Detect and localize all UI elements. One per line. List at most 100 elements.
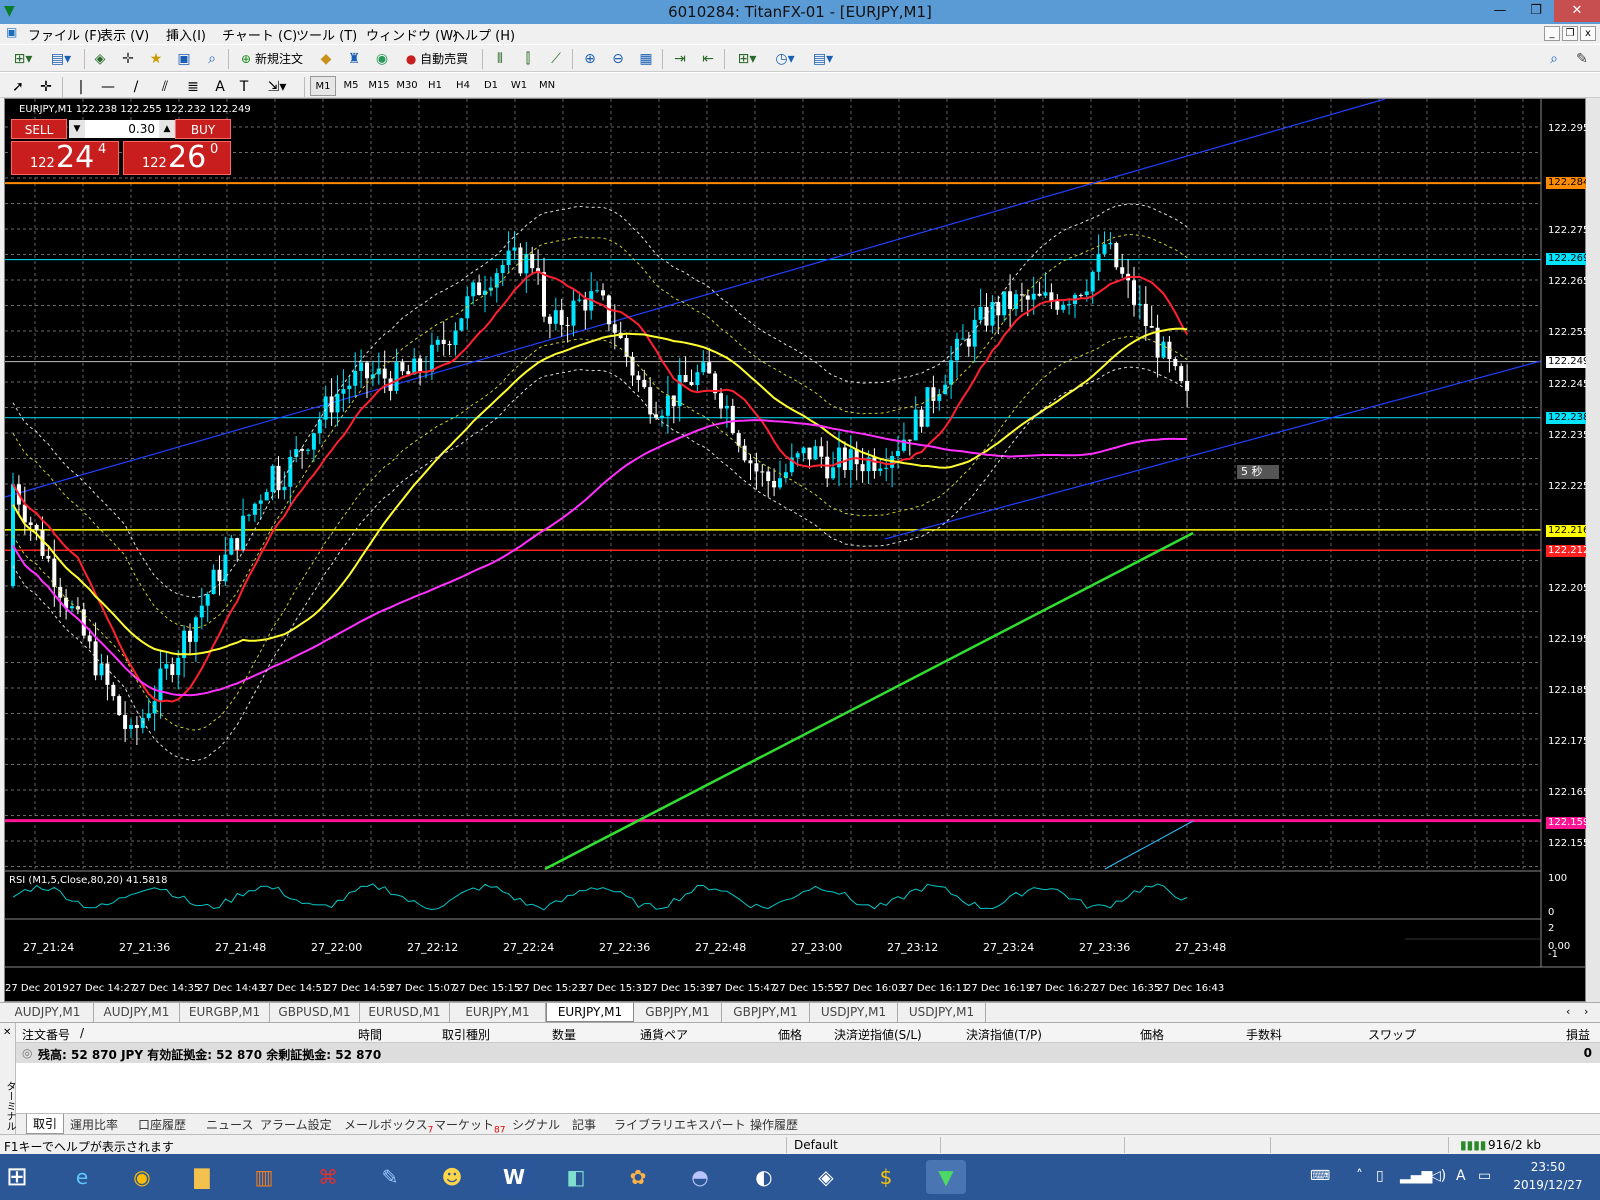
sync-app-icon[interactable]: ◐ bbox=[744, 1160, 784, 1194]
column-header[interactable]: 通貨ペア bbox=[640, 1026, 688, 1043]
balance-row[interactable]: ◎ 残高: 52 870 JPY 有効証拠金: 52 870 余剰証拠金: 52… bbox=[16, 1043, 1600, 1063]
market-watch-icon[interactable]: ◈ bbox=[90, 49, 110, 69]
tab-exposure[interactable]: 運用比率 bbox=[70, 1116, 118, 1133]
chart-tab[interactable]: EURGBP,M1 bbox=[180, 1003, 270, 1022]
tab-trade[interactable]: 取引 bbox=[26, 1114, 65, 1134]
horizontal-line-icon[interactable]: — bbox=[100, 77, 116, 97]
menu-window[interactable]: ウィンドウ (W) bbox=[366, 25, 458, 44]
network-icon[interactable]: ▂▄▆ bbox=[1400, 1168, 1432, 1184]
tab-library[interactable]: ライブラリ bbox=[614, 1116, 674, 1133]
chart-tab[interactable]: EURUSD,M1 bbox=[360, 1003, 450, 1022]
mdi-restore-button[interactable]: ❐ bbox=[1562, 26, 1578, 41]
utility-app-icon[interactable]: ✎ bbox=[370, 1160, 410, 1194]
buy-price-quote[interactable]: 122 26 0 bbox=[123, 140, 231, 175]
column-header[interactable]: 価格 bbox=[778, 1026, 802, 1043]
column-header[interactable]: 時間 bbox=[358, 1026, 382, 1043]
tab-account-history[interactable]: 口座履歴 bbox=[138, 1116, 186, 1133]
cursor-icon[interactable]: ➚ bbox=[10, 77, 26, 97]
media-app-icon[interactable]: ◈ bbox=[806, 1160, 846, 1194]
tab-alerts[interactable]: アラーム設定 bbox=[260, 1116, 332, 1133]
column-header[interactable]: 手数料 bbox=[1246, 1026, 1282, 1043]
arrows-icon[interactable]: ⇲▾ bbox=[262, 77, 292, 97]
navigator-icon[interactable]: ★ bbox=[146, 49, 166, 69]
column-header[interactable]: 注文番号 bbox=[22, 1026, 70, 1043]
auto-trading-button[interactable]: ● 自動売買 bbox=[400, 49, 474, 69]
tab-experts[interactable]: エキスパート bbox=[674, 1116, 746, 1133]
notes-app-icon[interactable]: ▥ bbox=[244, 1160, 284, 1194]
chart-tab[interactable]: GBPJPY,M1 bbox=[634, 1003, 722, 1022]
ime-icon[interactable]: A bbox=[1456, 1168, 1466, 1184]
indicators-icon[interactable]: ⊞▾ bbox=[732, 49, 762, 69]
trade-icon[interactable]: ♜ bbox=[344, 49, 364, 69]
terminal-close-icon[interactable]: ✕ bbox=[3, 1027, 11, 1038]
column-header[interactable]: 取引種別 bbox=[442, 1026, 490, 1043]
auto-scroll-icon[interactable]: ⇥ bbox=[670, 49, 690, 69]
chart-tab[interactable]: GBPJPY,M1 bbox=[722, 1003, 810, 1022]
buy-button[interactable]: BUY bbox=[175, 119, 231, 139]
column-header[interactable]: スワップ bbox=[1368, 1026, 1416, 1043]
timeframe-m5[interactable]: M5 bbox=[338, 76, 364, 96]
keyboard-icon[interactable]: ⌨ bbox=[1310, 1168, 1330, 1184]
bar-chart-icon[interactable]: ⫴ bbox=[490, 49, 510, 69]
sell-price-quote[interactable]: 122 24 4 bbox=[11, 140, 119, 175]
search-icon[interactable]: ⌕ bbox=[1544, 49, 1564, 69]
tab-scroll-right-icon[interactable]: › bbox=[1584, 1005, 1588, 1018]
candlestick-icon[interactable]: ⫿ bbox=[518, 49, 538, 69]
discord-icon[interactable]: ◓ bbox=[680, 1160, 720, 1194]
timeframe-h4[interactable]: H4 bbox=[450, 76, 476, 96]
text-icon[interactable]: A bbox=[212, 77, 228, 97]
chart-tab[interactable]: USDJPY,M1 bbox=[898, 1003, 986, 1022]
new-chart-icon[interactable]: ⊞▾ bbox=[8, 49, 38, 69]
new-order-button[interactable]: ⊕ 新規注文 bbox=[236, 49, 308, 69]
chart-window[interactable]: EURJPY,M1 122.238 122.255 122.232 122.24… bbox=[4, 98, 1589, 1003]
lot-size-input[interactable] bbox=[85, 120, 159, 138]
pdf-reader-icon[interactable]: ⌘ bbox=[308, 1160, 348, 1194]
column-header[interactable]: 決済逆指値(S/L) bbox=[834, 1026, 922, 1043]
tab-articles[interactable]: 記事 bbox=[572, 1116, 596, 1133]
column-header[interactable]: / bbox=[80, 1026, 84, 1040]
book-app-icon[interactable]: ◧ bbox=[556, 1160, 596, 1194]
status-profile[interactable]: Default bbox=[794, 1138, 838, 1152]
column-header[interactable]: 損益 bbox=[1566, 1026, 1590, 1043]
file-explorer-icon[interactable]: ▇ bbox=[182, 1160, 222, 1194]
tab-mailbox[interactable]: メールボックス7 bbox=[344, 1116, 433, 1135]
tab-market[interactable]: マーケット87 bbox=[434, 1116, 505, 1135]
timeframe-m30[interactable]: M30 bbox=[394, 76, 420, 96]
templates-icon[interactable]: ▤▾ bbox=[808, 49, 838, 69]
chart-tab[interactable]: EURJPY,M1 bbox=[450, 1003, 546, 1022]
internet-explorer-icon[interactable]: e bbox=[62, 1160, 102, 1194]
timeframe-m1[interactable]: M1 bbox=[310, 76, 336, 96]
data-window-icon[interactable]: ✛ bbox=[118, 49, 138, 69]
menu-view[interactable]: 表示 (V) bbox=[100, 25, 149, 44]
tray-chevron-icon[interactable]: ˄ bbox=[1356, 1168, 1363, 1184]
metaeditor-icon[interactable]: ◆ bbox=[316, 49, 336, 69]
chart-scrollbar[interactable] bbox=[1586, 98, 1600, 1002]
metatrader-task-icon[interactable]: ▼ bbox=[926, 1160, 966, 1194]
zoom-out-icon[interactable]: ⊖ bbox=[608, 49, 628, 69]
tray-icon[interactable]: ▯ bbox=[1376, 1168, 1384, 1184]
strategy-tester-icon[interactable]: ⌕ bbox=[202, 49, 222, 69]
profiles-icon[interactable]: ▤▾ bbox=[46, 49, 76, 69]
menu-file[interactable]: ファイル (F) bbox=[28, 25, 102, 44]
column-header[interactable]: 価格 bbox=[1140, 1026, 1164, 1043]
chrome-icon[interactable]: ◉ bbox=[122, 1160, 162, 1194]
timeframe-d1[interactable]: D1 bbox=[478, 76, 504, 96]
minimize-button[interactable]: — bbox=[1480, 0, 1520, 22]
chat-icon[interactable]: ✎ bbox=[1572, 49, 1592, 69]
sell-button[interactable]: SELL bbox=[11, 119, 67, 139]
periods-icon[interactable]: ◷▾ bbox=[770, 49, 800, 69]
menu-insert[interactable]: 挿入(I) bbox=[166, 25, 206, 44]
column-header[interactable]: 決済指値(T/P) bbox=[966, 1026, 1042, 1043]
price-chart[interactable] bbox=[5, 99, 1587, 1003]
signals-icon[interactable]: ◉ bbox=[372, 49, 392, 69]
currency-app-icon[interactable]: $ bbox=[866, 1160, 906, 1194]
tab-news[interactable]: ニュース bbox=[206, 1116, 253, 1133]
word-icon[interactable]: W bbox=[494, 1160, 534, 1194]
chart-tab[interactable]: AUDJPY,M1 bbox=[2, 1003, 94, 1022]
mdi-icon[interactable]: ▣ bbox=[6, 25, 17, 39]
lot-increase-button[interactable]: ▲ bbox=[159, 120, 175, 138]
fibonacci-icon[interactable]: ≣ bbox=[184, 77, 202, 97]
tab-scroll-left-icon[interactable]: ‹ bbox=[1566, 1005, 1570, 1018]
lot-decrease-button[interactable]: ▼ bbox=[69, 120, 85, 138]
chart-tab[interactable]: USDJPY,M1 bbox=[810, 1003, 898, 1022]
